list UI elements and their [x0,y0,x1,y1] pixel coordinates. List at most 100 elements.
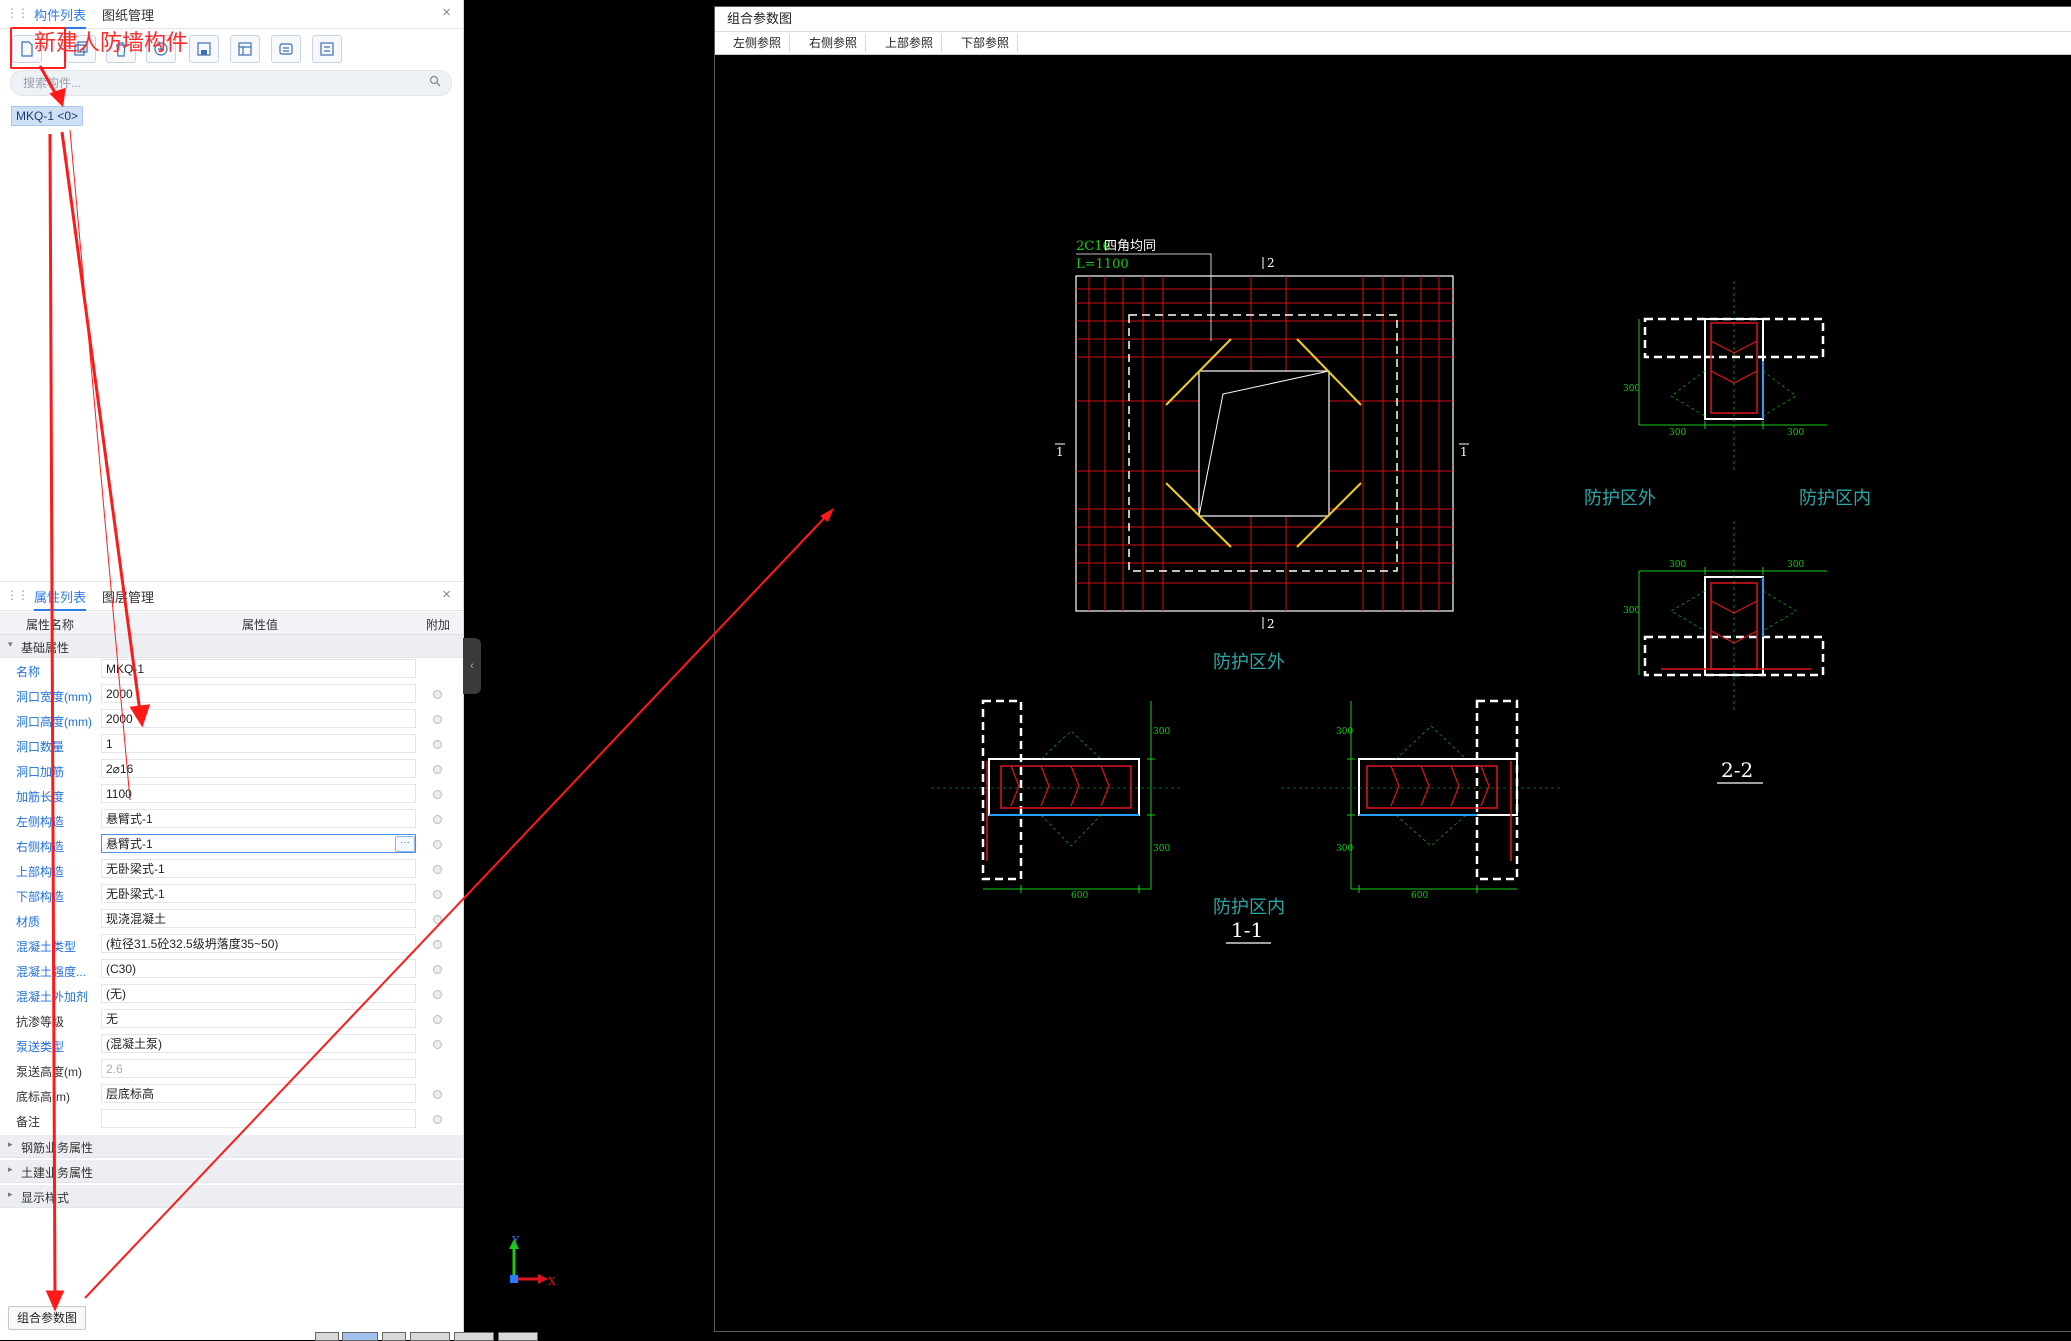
attach-checkbox[interactable] [433,965,442,974]
save-template-button[interactable] [189,35,219,63]
property-value-field[interactable]: 悬臂式-1 [101,834,416,853]
property-row[interactable]: 备注 [0,1107,463,1132]
plan-label: 防护区外 [1213,652,1285,673]
combined-diagram-window: 组合参数图 左侧参照 右侧参照 上部参照 下部参照 2C16 四角均同 L=11… [714,6,2071,1332]
tab-top-reference[interactable]: 上部参照 [877,34,943,52]
tab-left-reference[interactable]: 左侧参照 [725,34,791,52]
attach-checkbox[interactable] [433,1090,442,1099]
component-tree-item[interactable]: MKQ-1 <0> [11,106,84,126]
property-row[interactable]: 名称 MKQ-1 [0,657,463,682]
property-row[interactable]: 洞口高度(mm) 2000 [0,707,463,732]
close-icon[interactable]: × [442,586,451,603]
property-name: 洞口高度(mm) [16,715,92,729]
caret-right-icon: ▸ [8,1189,13,1199]
property-name: 洞口宽度(mm) [16,690,92,704]
attach-checkbox[interactable] [433,1015,442,1024]
attach-checkbox[interactable] [433,690,442,699]
property-table-header: 属性名称 属性值 附加 [0,612,463,635]
property-row[interactable]: 洞口宽度(mm) 2000 [0,682,463,707]
sort-button[interactable] [312,35,342,63]
property-name: 泵送高度(m) [16,1065,82,1079]
dim-300: 300 [1153,844,1170,854]
tab-layer-management[interactable]: 图层管理 [102,587,154,606]
combined-parameter-diagram-button[interactable]: 组合参数图 [8,1306,86,1330]
property-row[interactable]: 加筋长度 1100 [0,782,463,807]
attach-checkbox[interactable] [433,990,442,999]
property-value-field[interactable]: 1 [101,734,416,753]
property-row[interactable]: 泵送类型 (混凝土泵) [0,1032,463,1057]
property-row[interactable]: 混凝土外加剂 (无) [0,982,463,1007]
property-value-field[interactable]: 1100 [101,784,416,803]
property-value-field[interactable]: 无卧梁式-1 [101,859,416,878]
property-row[interactable]: 下部构造 无卧梁式-1 [0,882,463,907]
attach-checkbox[interactable] [433,765,442,774]
group-civil-properties[interactable]: ▸ 土建业务属性 [0,1160,463,1183]
group-rebar-properties[interactable]: ▸ 钢筋业务属性 [0,1135,463,1158]
axis-y-label: Y [511,1235,520,1247]
close-icon[interactable]: × [442,4,451,21]
attach-checkbox[interactable] [433,840,442,849]
dim-300: 300 [1787,560,1804,570]
property-value-field[interactable]: (无) [101,984,416,1003]
property-row[interactable]: 混凝土强度... (C30) [0,957,463,982]
header-extra: 附加 [426,618,451,632]
drag-grip-icon[interactable]: ⋮⋮ [6,588,29,602]
attach-checkbox[interactable] [433,1040,442,1049]
attach-checkbox[interactable] [433,865,442,874]
property-value-field[interactable]: (粒径31.5砼32.5级坍落度35~50) [101,934,416,953]
property-row[interactable]: 右侧构造 悬臂式-1 ··· [0,832,463,857]
search-icon[interactable] [429,75,441,87]
search-input[interactable] [21,73,425,93]
property-row[interactable]: 底标高(m) 层底标高 [0,1082,463,1107]
property-value-field[interactable]: 悬臂式-1 [101,809,416,828]
property-row[interactable]: 左侧构造 悬臂式-1 [0,807,463,832]
property-value-field[interactable]: 2⌀16 [101,759,416,778]
extract-template-button[interactable] [230,35,260,63]
property-value-field[interactable]: MKQ-1 [101,659,416,678]
property-value-field[interactable]: 层底标高 [101,1084,416,1103]
attach-checkbox[interactable] [433,740,442,749]
group-display-style[interactable]: ▸ 显示样式 [0,1185,463,1208]
tab-drawing-management[interactable]: 图纸管理 [102,5,154,24]
property-name: 混凝土强度... [16,965,87,979]
property-name: 材质 [16,915,41,929]
property-value-field[interactable]: 2000 [101,684,416,703]
property-value-field[interactable] [101,1109,416,1128]
property-value-field[interactable]: 无卧梁式-1 [101,884,416,903]
property-row[interactable]: 材质 现浇混凝土 [0,907,463,932]
attach-checkbox[interactable] [433,715,442,724]
property-value-field[interactable]: (C30) [101,959,416,978]
more-options-icon[interactable]: ··· [395,836,415,852]
tab-property-list[interactable]: 属性列表 [34,587,87,611]
drag-grip-icon[interactable]: ⋮⋮ [6,6,29,20]
attach-checkbox[interactable] [433,940,442,949]
property-row[interactable]: 混凝土类型 (粒径31.5砼32.5级坍落度35~50) [0,932,463,957]
property-value-field[interactable]: 现浇混凝土 [101,909,416,928]
property-row[interactable]: 抗渗等级 无 [0,1007,463,1032]
section1-inside-label: 防护区内 [1213,897,1285,918]
tab-right-reference[interactable]: 右侧参照 [801,34,867,52]
tab-bottom-reference[interactable]: 下部参照 [953,34,1019,52]
dim-300: 300 [1787,428,1804,438]
property-row[interactable]: 上部构造 无卧梁式-1 [0,857,463,882]
property-value-field[interactable]: 2000 [101,709,416,728]
property-row[interactable]: 洞口数量 1 [0,732,463,757]
attach-checkbox[interactable] [433,890,442,899]
property-row[interactable]: 泵送高度(m) 2.6 [0,1057,463,1082]
caret-right-icon: ▸ [8,1139,13,1149]
attach-checkbox[interactable] [433,790,442,799]
group-basic-properties[interactable]: ▾ 基础属性 [0,635,463,658]
property-name: 抗渗等级 [16,1015,65,1029]
attach-checkbox[interactable] [433,815,442,824]
property-name: 左侧构造 [16,815,65,829]
property-row[interactable]: 洞口加筋 2⌀16 [0,757,463,782]
filter-button[interactable] [271,35,301,63]
panel-collapse-handle[interactable]: ‹ [463,638,481,694]
attach-checkbox[interactable] [433,1115,442,1124]
attach-checkbox[interactable] [433,915,442,924]
property-value-field[interactable]: 无 [101,1009,416,1028]
drawing-canvas[interactable]: 2C16 四角均同 L=1100 2 2 1 1 防护区外 600 300 30… [715,55,2071,1331]
property-value-field[interactable]: 2.6 [101,1059,416,1078]
property-value-field[interactable]: (混凝土泵) [101,1034,416,1053]
section2-outside-label: 防护区外 [1584,488,1656,509]
